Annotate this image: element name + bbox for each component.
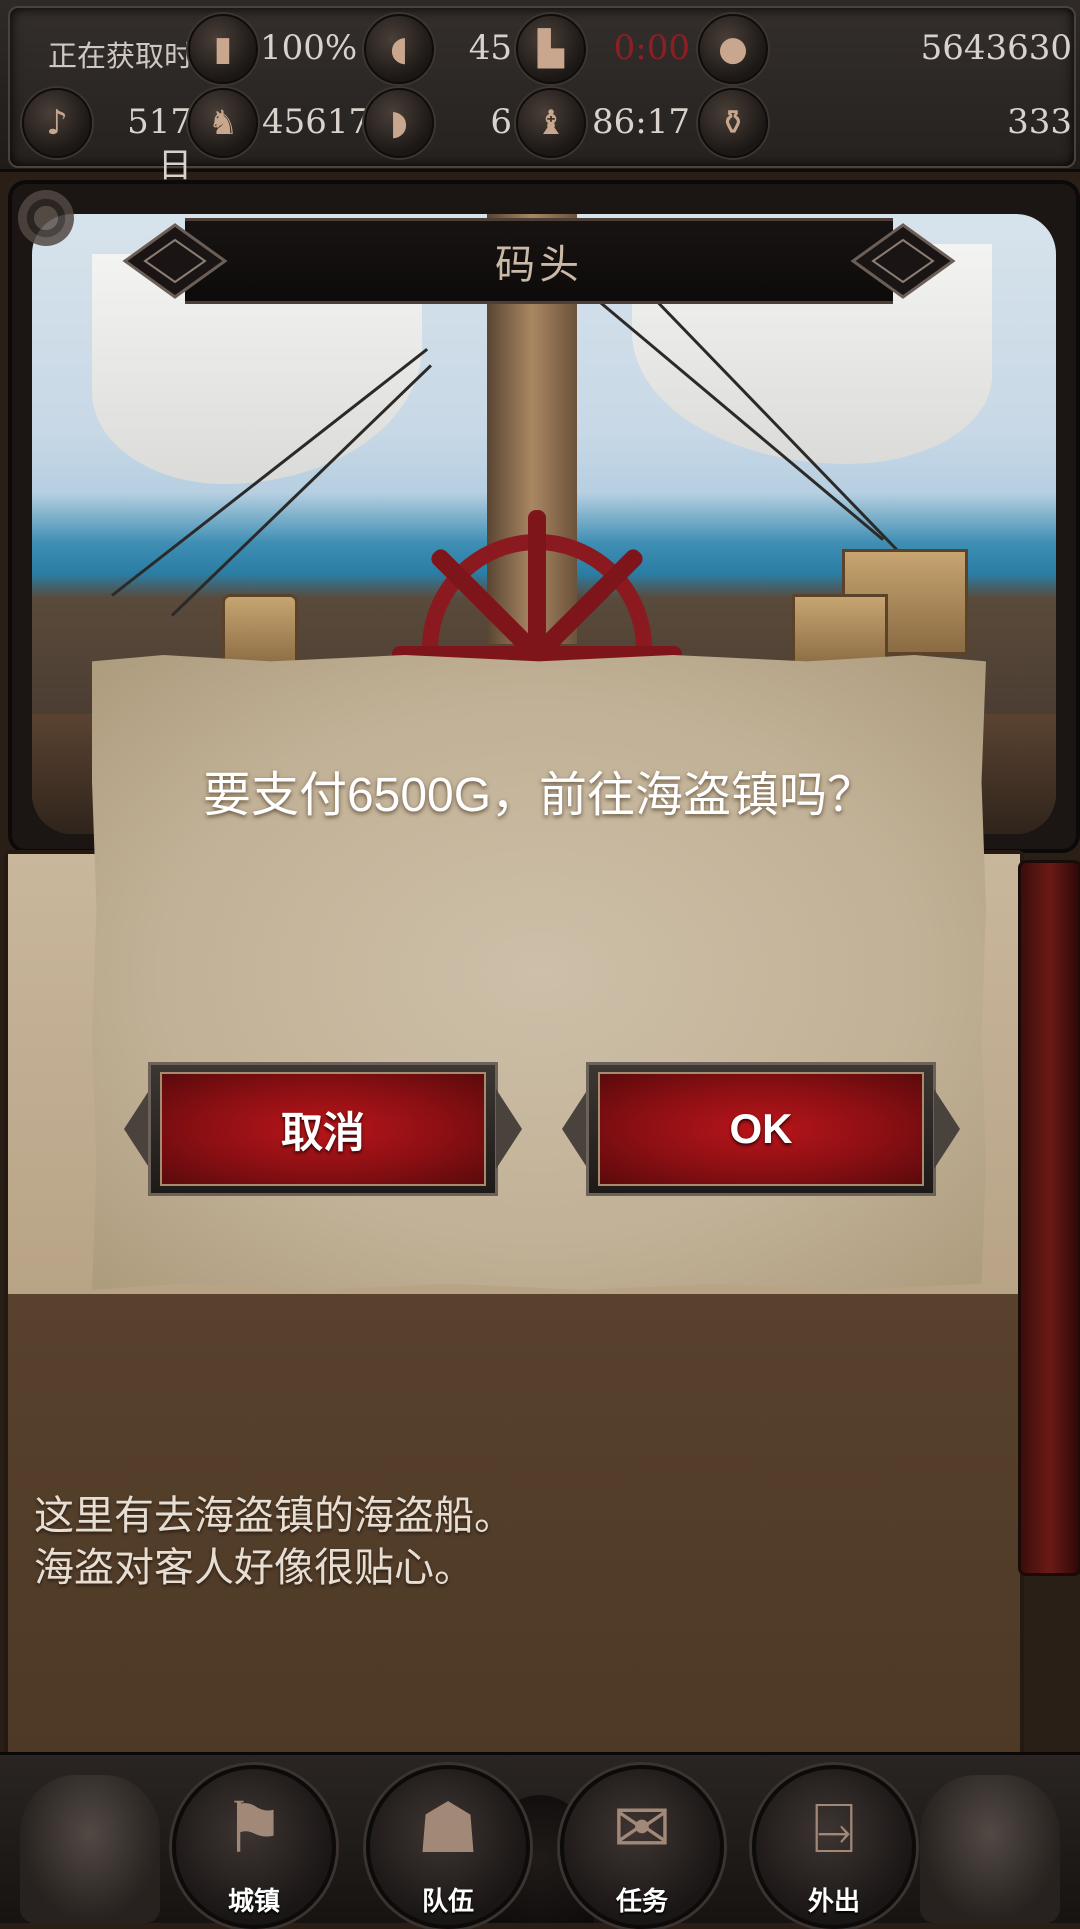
nav-town-button[interactable]: ⚑ 城镇 (172, 1765, 336, 1929)
nav-outing-label: 外出 (807, 1887, 860, 1917)
nav-town-label: 城镇 (227, 1887, 280, 1917)
envelope-icon: ✉ (612, 1787, 672, 1869)
nav-quest-button[interactable]: ✉ 任务 (560, 1765, 724, 1929)
nav-quest-label: 任务 (615, 1887, 668, 1917)
ok-button[interactable]: OK (562, 1062, 960, 1196)
flag-icon: ⚑ (222, 1787, 286, 1869)
arrow-right-icon (934, 1089, 960, 1169)
bottom-navigation: ⚑ 城镇 ☗ 队伍 ✉ 任务 ⍈ 外出 (0, 1752, 1080, 1929)
button-face: 取消 (160, 1072, 486, 1186)
party-heads-icon: ☗ (416, 1787, 480, 1869)
button-face: OK (598, 1072, 924, 1186)
arrow-right-icon (496, 1089, 522, 1169)
door-exit-icon: ⍈ (813, 1787, 855, 1869)
cancel-button[interactable]: 取消 (124, 1062, 522, 1196)
arrow-left-icon (562, 1089, 588, 1169)
ok-button-label: OK (729, 1105, 793, 1152)
angel-statue-left (20, 1775, 160, 1923)
nav-party-button[interactable]: ☗ 队伍 (366, 1765, 530, 1929)
angel-statue-right (920, 1775, 1060, 1923)
modal-overlay: 要支付6500G，前往海盗镇吗？ 取消 OK (0, 0, 1080, 1920)
nav-outing-button[interactable]: ⍈ 外出 (752, 1765, 916, 1929)
arrow-left-icon (124, 1089, 150, 1169)
dialog-message: 要支付6500G，前往海盗镇吗？ (202, 769, 876, 822)
cancel-button-label: 取消 (280, 1108, 365, 1156)
nav-party-label: 队伍 (421, 1887, 474, 1917)
